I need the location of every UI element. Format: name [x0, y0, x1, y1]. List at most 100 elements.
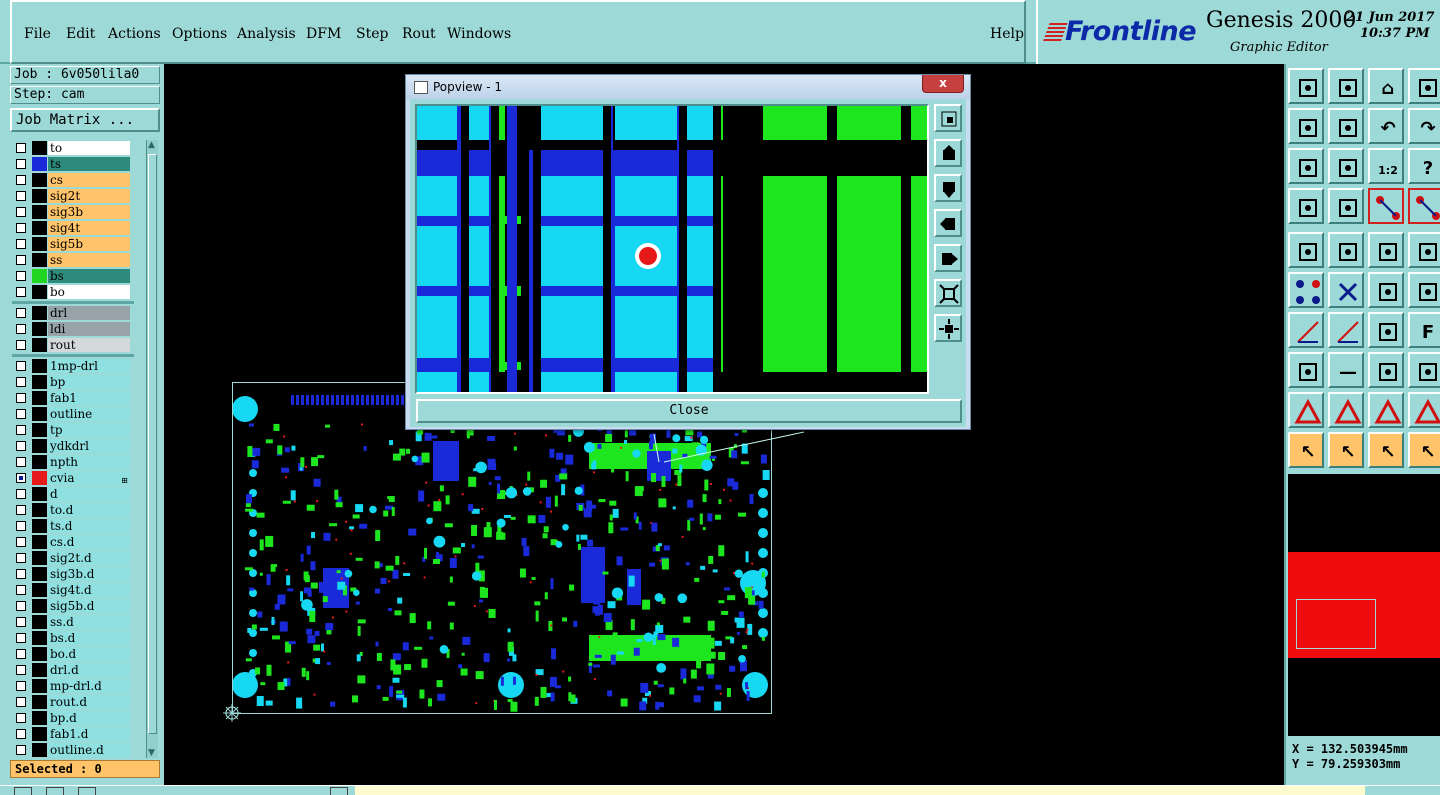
triangle-up-button[interactable] — [1328, 392, 1364, 428]
layer-checkbox[interactable] — [16, 489, 26, 499]
layer-row-bs[interactable]: bs — [12, 268, 134, 284]
layer-color-swatch[interactable] — [32, 695, 47, 709]
popview-window[interactable]: Popview - 1 x Close — [405, 74, 971, 430]
scale-1-2-button[interactable]: 1:2 — [1368, 148, 1404, 184]
layer-name[interactable]: ss.d — [48, 615, 130, 629]
layer-color-swatch[interactable] — [32, 285, 47, 299]
layer-row-drl[interactable]: drl — [12, 305, 134, 321]
net-select-button[interactable] — [1408, 188, 1440, 224]
status-button-2[interactable] — [46, 787, 64, 795]
layer-name[interactable]: outline — [48, 407, 130, 421]
home-button[interactable]: ⌂ — [1368, 68, 1404, 104]
layer-color-swatch[interactable] — [32, 338, 47, 352]
layer-up-button[interactable] — [934, 139, 962, 167]
layer-name[interactable]: cvia ⊞ — [48, 471, 130, 485]
ruler-button[interactable] — [1368, 232, 1404, 268]
zoom-fit-button[interactable] — [934, 104, 962, 132]
layer-checkbox[interactable] — [16, 521, 26, 531]
layer-color-swatch[interactable] — [32, 189, 47, 203]
layer-color-swatch[interactable] — [32, 487, 47, 501]
pan-right-button[interactable] — [1328, 108, 1364, 144]
select-net-button[interactable]: ↖ — [1408, 432, 1440, 468]
layer-checkbox[interactable] — [16, 697, 26, 707]
layer-color-swatch[interactable] — [32, 391, 47, 405]
layer-name[interactable]: sig2t — [48, 189, 130, 203]
layer-color-swatch[interactable] — [32, 423, 47, 437]
layer-checkbox[interactable] — [16, 340, 26, 350]
pan-left-button[interactable] — [1288, 108, 1324, 144]
layer-color-swatch[interactable] — [32, 599, 47, 613]
layer-name[interactable]: sig3b.d — [48, 567, 130, 581]
layer-color-swatch[interactable] — [32, 519, 47, 533]
layer-checkbox[interactable] — [16, 159, 26, 169]
layer-row-bs-d[interactable]: bs.d — [12, 630, 134, 646]
zoom-fit-button[interactable] — [1288, 148, 1324, 184]
layer-row-ss-d[interactable]: ss.d — [12, 614, 134, 630]
layer-checkbox[interactable] — [16, 361, 26, 371]
layer-name[interactable]: bp.d — [48, 711, 130, 725]
layer-checkbox[interactable] — [16, 665, 26, 675]
layer-checkbox[interactable] — [16, 505, 26, 515]
layer-row-bp-d[interactable]: bp.d — [12, 710, 134, 726]
layer-row-fab1[interactable]: fab1 — [12, 390, 134, 406]
layer-checkbox[interactable] — [16, 553, 26, 563]
layer-color-swatch[interactable] — [32, 535, 47, 549]
layer-checkbox[interactable] — [16, 308, 26, 318]
layer-color-swatch[interactable] — [32, 157, 47, 171]
layer-row-drl-d[interactable]: drl.d — [12, 662, 134, 678]
menu-windows[interactable]: Windows — [447, 26, 511, 42]
layer-color-swatch[interactable] — [32, 631, 47, 645]
layer-row-rout[interactable]: rout — [12, 337, 134, 353]
layer-name[interactable]: ss — [48, 253, 130, 267]
layer-name[interactable]: outline.d — [48, 743, 130, 757]
layer-name[interactable]: sig5b.d — [48, 599, 130, 613]
layer-checkbox[interactable] — [16, 207, 26, 217]
layer-bottom-button[interactable] — [1328, 68, 1364, 104]
layer-row-to-d[interactable]: to.d — [12, 502, 134, 518]
select-rotate-button[interactable]: ↖ — [1368, 432, 1404, 468]
layer-row-1mp-drl[interactable]: 1mp-drl — [12, 358, 134, 374]
layer-color-swatch[interactable] — [32, 375, 47, 389]
layer-name[interactable]: tp — [48, 423, 130, 437]
net-highlight-button[interactable] — [1368, 188, 1404, 224]
layer-checkbox[interactable] — [16, 393, 26, 403]
layer-row-cs[interactable]: cs — [12, 172, 134, 188]
layer-top-button[interactable] — [1288, 68, 1324, 104]
layer-color-swatch[interactable] — [32, 269, 47, 283]
layer-row-to[interactable]: to — [12, 140, 134, 156]
layer-name[interactable]: npth — [48, 455, 130, 469]
layer-color-swatch[interactable] — [32, 471, 47, 485]
status-button-1[interactable] — [14, 787, 32, 795]
connect-button[interactable] — [1288, 272, 1324, 308]
layer-checkbox[interactable] — [16, 617, 26, 627]
layer-checkbox[interactable] — [16, 713, 26, 723]
layer-color-swatch[interactable] — [32, 322, 47, 336]
menu-help[interactable]: Help — [990, 26, 1024, 42]
layer-color-swatch[interactable] — [32, 551, 47, 565]
layer-row-bo-d[interactable]: bo.d — [12, 646, 134, 662]
line-angle-button[interactable] — [1328, 312, 1364, 348]
job-matrix-button[interactable]: Job Matrix ... — [10, 108, 160, 132]
layer-name[interactable]: bs.d — [48, 631, 130, 645]
menu-analysis[interactable]: Analysis — [237, 26, 296, 42]
layer-color-swatch[interactable] — [32, 173, 47, 187]
layer-name[interactable]: cs — [48, 173, 130, 187]
layer-row-cvia[interactable]: cvia ⊞ — [12, 470, 134, 486]
layer-checkbox[interactable] — [16, 649, 26, 659]
layer-color-swatch[interactable] — [32, 359, 47, 373]
text-button[interactable]: F — [1408, 312, 1440, 348]
layer-name[interactable]: bo.d — [48, 647, 130, 661]
shapes-button[interactable] — [1408, 352, 1440, 388]
layer-checkbox[interactable] — [16, 585, 26, 595]
undo-button[interactable]: ↶ — [1368, 108, 1404, 144]
layer-color-swatch[interactable] — [32, 567, 47, 581]
measure-button[interactable] — [1288, 188, 1324, 224]
layer-row-bp[interactable]: bp — [12, 374, 134, 390]
menu-dfm[interactable]: DFM — [306, 26, 341, 42]
layer-checkbox[interactable] — [16, 537, 26, 547]
split-view-button[interactable] — [1408, 68, 1440, 104]
layer-row-ydkdrl[interactable]: ydkdrl — [12, 438, 134, 454]
triangle-button[interactable] — [1288, 392, 1324, 428]
status-button-4[interactable] — [330, 787, 348, 795]
layer-row-sig2t[interactable]: sig2t — [12, 188, 134, 204]
